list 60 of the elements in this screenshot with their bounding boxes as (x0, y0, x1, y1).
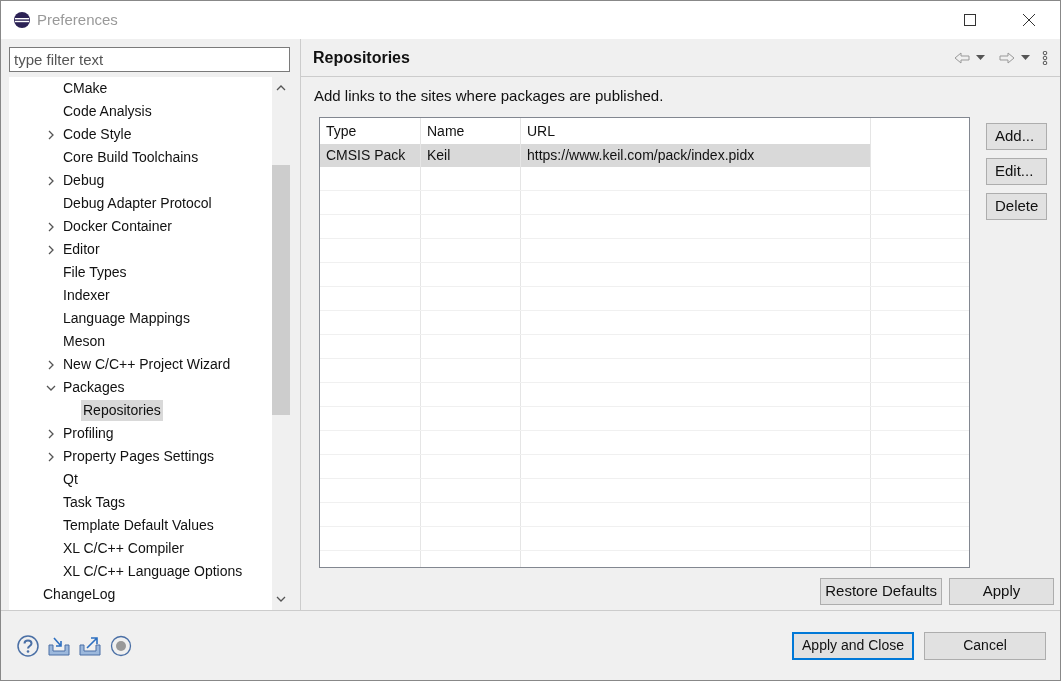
tree-item[interactable]: File Types (61, 262, 129, 283)
chevron-right-icon[interactable] (46, 244, 56, 255)
tree-item[interactable]: CMake (61, 78, 110, 99)
window-title: Preferences (37, 9, 118, 30)
column-header[interactable]: URL (521, 117, 871, 144)
side-button[interactable]: Delete (986, 192, 1048, 220)
export-icon[interactable] (79, 635, 101, 656)
tree-item[interactable]: XL C/C++ Compiler (61, 538, 186, 559)
record-icon[interactable] (110, 634, 132, 657)
tree-item[interactable]: Meson (61, 331, 108, 352)
column-header[interactable]: Name (421, 117, 521, 144)
table-cell: CMSIS Pack (320, 143, 421, 167)
tree-item[interactable]: Debug (61, 170, 107, 191)
tree-item[interactable]: Profiling (61, 423, 116, 444)
maximize-icon[interactable] (964, 14, 976, 26)
help-icon[interactable] (17, 634, 39, 657)
tree-item[interactable]: Docker Container (61, 216, 174, 237)
side-button[interactable]: Add... (986, 122, 1048, 150)
import-icon[interactable] (48, 635, 70, 656)
table-cell: https://www.keil.com/pack/index.pidx (521, 143, 871, 167)
more-options-icon[interactable] (1042, 50, 1048, 65)
tree-item[interactable]: Task Tags (61, 492, 127, 513)
chevron-right-icon[interactable] (46, 428, 56, 439)
table-row[interactable]: CMSIS Pack Keil https://www.keil.com/pack/index.pidx (320, 143, 871, 167)
chevron-right-icon[interactable] (46, 129, 56, 140)
close-icon[interactable] (1022, 13, 1036, 27)
tree-item[interactable]: XL C/C++ Language Options (61, 561, 245, 582)
chevron-right-icon[interactable] (46, 359, 56, 370)
table-cell: Keil (421, 143, 521, 167)
scroll-down-icon[interactable] (276, 594, 286, 604)
tree-item[interactable]: Language Mappings (61, 308, 192, 329)
description-text: Add links to the sites where packages are published. (314, 86, 665, 106)
app-logo-icon (13, 11, 31, 29)
tree-item[interactable]: Property Pages Settings (61, 446, 216, 467)
filter-field[interactable]: type filter text (9, 47, 290, 72)
scroll-up-icon[interactable] (276, 83, 286, 93)
tree-item[interactable]: Editor (61, 239, 102, 260)
tree-item[interactable]: Indexer (61, 285, 112, 306)
page-button[interactable]: Apply (949, 577, 1054, 605)
caret-down-icon[interactable] (1021, 54, 1030, 61)
tree-item[interactable]: ChangeLog (41, 584, 118, 605)
caret-down-icon[interactable] (976, 54, 985, 61)
tree-item[interactable]: Debug Adapter Protocol (61, 193, 214, 214)
tree-item[interactable]: New C/C++ Project Wizard (61, 354, 233, 375)
tree-item[interactable]: Core Build Toolchains (61, 147, 201, 168)
side-button[interactable]: Edit... (986, 157, 1048, 185)
tree-item[interactable]: Packages (61, 377, 127, 398)
column-header[interactable]: Type (320, 117, 421, 144)
dialog-button[interactable]: Cancel (924, 631, 1046, 660)
dialog-button[interactable]: Apply and Close (792, 631, 914, 660)
tree-item[interactable]: Code Analysis (61, 101, 154, 122)
chevron-right-icon[interactable] (46, 221, 56, 232)
page-button[interactable]: Restore Defaults (820, 577, 942, 605)
chevron-right-icon[interactable] (46, 451, 56, 462)
tree-item[interactable]: Qt (61, 469, 80, 490)
chevron-right-icon[interactable] (46, 175, 56, 186)
tree-item[interactable]: Code Style (61, 124, 134, 145)
tree-item[interactable]: Repositories (81, 400, 163, 421)
page-title: Repositories (313, 47, 410, 68)
tree-item[interactable]: Template Default Values (61, 515, 216, 536)
